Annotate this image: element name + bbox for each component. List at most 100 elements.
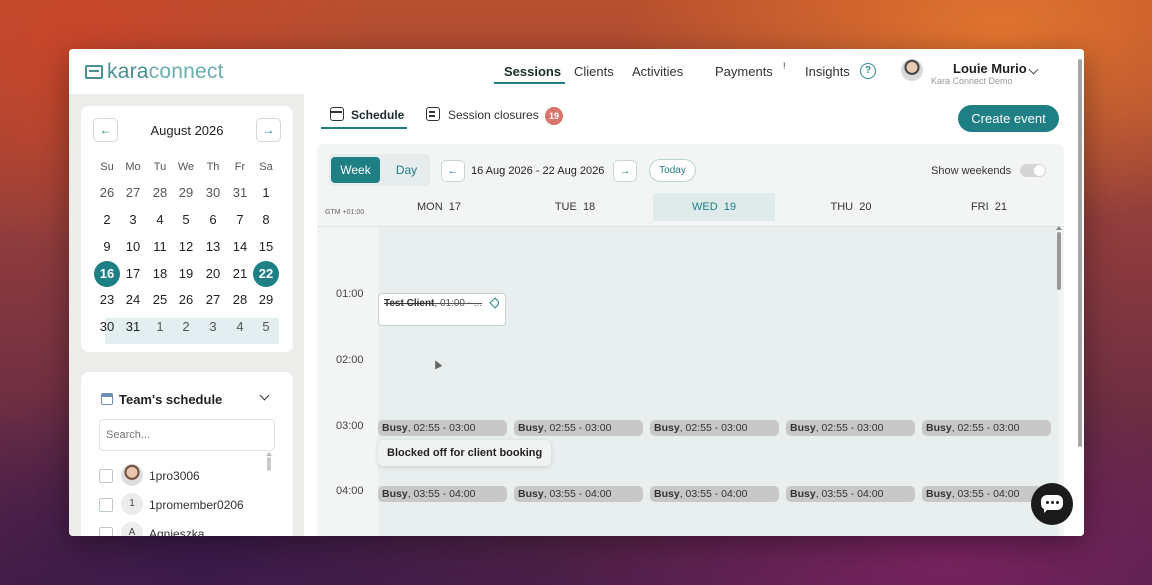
scroll-up-arrow-icon[interactable] [1056,226,1062,230]
calendar-day[interactable]: 1 [147,314,173,340]
weekday-label: Fr [234,161,246,173]
calendar-day[interactable]: 31 [227,180,253,206]
tab-session-closures[interactable]: Session closures [448,108,539,122]
calendar-day[interactable]: 21 [227,261,253,287]
user-avatar[interactable] [901,59,923,81]
session-event-test-client[interactable]: Test Client, 01:00 - ... [378,293,506,326]
calendar-day[interactable]: 31 [120,314,146,340]
show-weekends-toggle[interactable] [1020,164,1046,177]
schedule-scrollbar[interactable] [1057,232,1061,290]
team-member-checkbox[interactable] [99,527,113,536]
week-view-button[interactable]: Week [331,157,380,183]
busy-block[interactable]: Busy, 02:55 - 03:00 [650,420,779,436]
calendar-day[interactable]: 26 [173,287,199,313]
tab-active-indicator [321,127,407,129]
busy-block[interactable]: Busy, 02:55 - 03:00 [378,420,507,436]
busy-block[interactable]: Busy, 03:55 - 04:00 [514,486,643,502]
nav-insights[interactable]: Insights [805,64,850,79]
team-member-checkbox[interactable] [99,469,113,483]
calendar-day[interactable]: 26 [94,180,120,206]
create-event-button[interactable]: Create event [958,105,1059,132]
calendar-day[interactable]: 22 [253,261,279,287]
calendar-day[interactable]: 18 [147,261,173,287]
busy-block[interactable]: Busy, 02:55 - 03:00 [922,420,1051,436]
calendar-day[interactable]: 28 [147,180,173,206]
calendar-day[interactable]: 3 [200,314,226,340]
weekday-label: Mo [125,161,141,173]
window-scrollbar[interactable] [1078,59,1082,447]
team-member-row[interactable]: 1pro3006 [99,464,269,488]
calendar-day[interactable]: 5 [173,207,199,233]
kara-connect-logo[interactable]: karaconnect [85,60,224,84]
logo-icon [85,65,103,79]
calendar-next-month-button[interactable]: → [256,118,281,142]
chat-support-button[interactable] [1031,483,1073,525]
nav-sessions[interactable]: Sessions [504,64,561,79]
calendar-day[interactable]: 27 [120,180,146,206]
calendar-day[interactable]: 4 [227,314,253,340]
calendar-day[interactable]: 20 [200,261,226,287]
day-header-wed[interactable]: WED 19 [653,193,775,221]
nav-activities[interactable]: Activities [632,64,683,79]
calendar-day[interactable]: 17 [120,261,146,287]
tab-schedule[interactable]: Schedule [351,108,404,122]
busy-block[interactable]: Busy, 03:55 - 04:00 [378,486,507,502]
calendar-day[interactable]: 12 [173,234,199,260]
calendar-day[interactable]: 2 [173,314,199,340]
calendar-day[interactable]: 23 [94,287,120,313]
calendar-day[interactable]: 30 [200,180,226,206]
user-organization: Kara Connect Demo [931,76,1013,86]
calendar-day[interactable]: 5 [253,314,279,340]
calendar-day[interactable]: 7 [227,207,253,233]
calendar-day[interactable]: 13 [200,234,226,260]
scroll-up-arrow-icon[interactable] [266,452,272,456]
team-member-row[interactable]: 1 1promember0206 [99,493,269,517]
calendar-icon [101,393,113,405]
next-week-button[interactable]: → [613,160,637,182]
calendar-day[interactable]: 19 [173,261,199,287]
nav-payments[interactable]: Payments [715,64,773,79]
calendar-day[interactable]: 24 [120,287,146,313]
calendar-day[interactable]: 28 [227,287,253,313]
calendar-day[interactable]: 10 [120,234,146,260]
calendar-day[interactable]: 27 [200,287,226,313]
nav-active-indicator [494,82,565,84]
day-header-fri[interactable]: FRI 21 [929,193,1049,221]
calendar-day[interactable]: 29 [173,180,199,206]
calendar-day[interactable]: 25 [147,287,173,313]
calendar-day[interactable]: 2 [94,207,120,233]
time-label: 03:00 [336,420,364,432]
calendar-day[interactable]: 9 [94,234,120,260]
today-button[interactable]: Today [649,159,696,182]
team-member-checkbox[interactable] [99,498,113,512]
day-view-button[interactable]: Day [385,157,428,183]
calendar-day[interactable]: 14 [227,234,253,260]
team-search-input[interactable] [99,419,275,451]
chevron-down-icon[interactable] [1028,64,1039,75]
calendar-day[interactable]: 6 [200,207,226,233]
calendar-day[interactable]: 11 [147,234,173,260]
user-name[interactable]: Louie Murio [953,61,1027,76]
calendar-day[interactable]: 1 [253,180,279,206]
calendar-day[interactable]: 29 [253,287,279,313]
nav-clients[interactable]: Clients [574,64,614,79]
busy-block[interactable]: Busy, 02:55 - 03:00 [514,420,643,436]
team-member-name: Agnieszka [149,527,205,536]
calendar-day[interactable]: 4 [147,207,173,233]
day-header-tue[interactable]: TUE 18 [515,193,635,221]
calendar-day[interactable]: 3 [120,207,146,233]
day-header-mon[interactable]: MON 17 [379,193,499,221]
calendar-day[interactable]: 8 [253,207,279,233]
chevron-down-icon[interactable] [259,390,270,401]
calendar-day[interactable]: 16 [94,261,120,287]
busy-block[interactable]: Busy, 03:55 - 04:00 [650,486,779,502]
day-header-thu[interactable]: THU 20 [791,193,911,221]
calendar-day[interactable]: 15 [253,234,279,260]
view-toggle: Week Day [329,154,430,186]
busy-block[interactable]: Busy, 02:55 - 03:00 [786,420,915,436]
busy-block[interactable]: Busy, 03:55 - 04:00 [786,486,915,502]
help-icon[interactable]: ? [860,63,876,79]
calendar-day[interactable]: 30 [94,314,120,340]
team-member-row[interactable]: A Agnieszka [99,522,269,536]
prev-week-button[interactable]: ← [441,160,465,182]
